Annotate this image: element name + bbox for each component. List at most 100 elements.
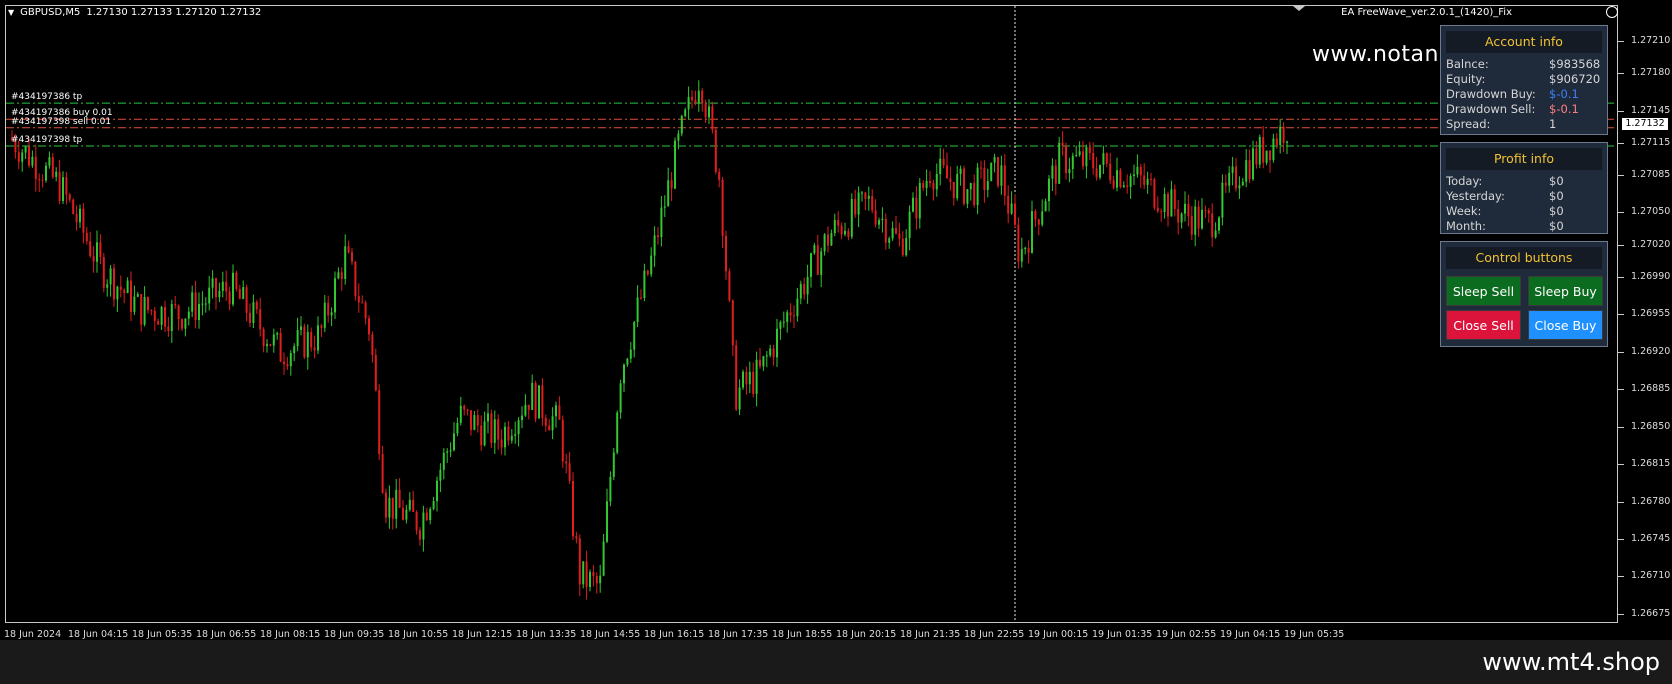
price-tick-label: 1.26885	[1631, 383, 1671, 395]
sleep-sell-button[interactable]: Sleep Sell	[1446, 276, 1521, 306]
candle-body	[164, 307, 166, 327]
chart-area[interactable]: ▼ GBPUSD,M5 1.27130 1.27133 1.27120 1.27…	[0, 0, 1672, 640]
candle-body	[718, 171, 721, 180]
candle-body	[235, 272, 238, 289]
price-tick-label: 1.27210	[1631, 35, 1671, 47]
candle-body	[109, 268, 112, 285]
candle-body	[830, 233, 833, 246]
candle-body	[864, 192, 867, 199]
candle-body	[337, 272, 340, 279]
candle-body	[351, 252, 353, 262]
candle-body	[990, 162, 993, 181]
candle-body	[1037, 219, 1040, 225]
candle-body	[470, 410, 472, 430]
candle-body	[595, 575, 598, 584]
account-row-value: $983568	[1549, 57, 1601, 71]
candle-body	[544, 417, 547, 426]
candle-body	[823, 234, 826, 252]
candle-body	[313, 347, 316, 351]
candle-body	[952, 181, 955, 199]
close-buy-button[interactable]: Close Buy	[1528, 310, 1603, 340]
candle-body	[368, 318, 370, 335]
candle-body	[959, 168, 962, 174]
shift-marker-icon[interactable]	[1293, 6, 1305, 11]
candle-body	[667, 180, 670, 207]
candle-body	[640, 297, 642, 299]
candle-body	[1099, 164, 1101, 178]
candle-body	[92, 256, 95, 262]
candle-body	[1071, 155, 1074, 170]
candle-body	[558, 405, 561, 420]
candle-body	[1017, 224, 1020, 262]
candle-body	[643, 270, 646, 299]
candle-body	[735, 345, 738, 410]
candle-body	[895, 228, 897, 234]
candle-body	[731, 300, 734, 346]
candle-body	[1279, 126, 1282, 146]
order-label: #434197386 tp	[11, 92, 83, 103]
candle-body	[793, 315, 795, 317]
account-row-label: Drawdown Sell:	[1446, 102, 1536, 116]
candle-body	[629, 349, 632, 359]
price-tick-label: 1.27145	[1631, 104, 1671, 116]
candle-body	[147, 296, 149, 311]
candle-body	[701, 90, 704, 104]
candlestick-chart[interactable]	[0, 0, 1672, 640]
account-row-label: Balnce:	[1446, 57, 1489, 71]
time-tick-label: 18 Jun 08:15	[260, 629, 321, 640]
candle-body	[942, 158, 945, 166]
candle-body	[1272, 138, 1275, 161]
candle-body	[514, 434, 517, 436]
candle-body	[650, 255, 653, 275]
candle-body	[385, 492, 387, 518]
candle-body	[1156, 207, 1159, 212]
candle-body	[568, 463, 571, 481]
candle-body	[963, 168, 965, 204]
dropdown-triangle-icon[interactable]: ▼	[8, 8, 14, 17]
candle-body	[1167, 193, 1169, 217]
candle-body	[1078, 151, 1081, 155]
candle-body	[1068, 169, 1071, 174]
candle-body	[483, 421, 486, 446]
candle-body	[459, 405, 462, 423]
account-row: Equity: $906720	[1441, 72, 1607, 87]
candle-body	[1007, 195, 1010, 214]
candle-body	[1102, 153, 1105, 165]
candle-body	[857, 192, 860, 215]
candle-body	[810, 253, 812, 277]
candle-body	[1112, 180, 1115, 188]
candle-body	[133, 296, 136, 313]
candle-body	[340, 272, 343, 279]
candle-body	[997, 157, 999, 186]
account-info-panel: Account info Balnce: $983568 Equity: $90672…	[1440, 25, 1608, 135]
candle-body	[745, 371, 748, 385]
price-tick-mark	[1618, 174, 1624, 176]
candle-body	[371, 334, 374, 355]
candle-body	[881, 218, 884, 221]
candle-body	[680, 115, 683, 134]
candle-body	[1075, 154, 1078, 156]
candle-body	[657, 235, 659, 238]
candle-body	[527, 404, 530, 410]
candle-body	[181, 319, 183, 329]
candle-body	[1095, 168, 1098, 178]
candle-body	[888, 238, 891, 243]
sleep-buy-button[interactable]: Sleep Buy	[1528, 276, 1603, 306]
candle-body	[293, 346, 296, 354]
candle-body	[619, 383, 622, 413]
profit-row-label: Yesterday:	[1446, 189, 1505, 203]
current-price-marker: 1.27132	[1622, 118, 1668, 130]
candle-body	[1116, 170, 1118, 188]
time-tick-label: 18 Jun 2024	[4, 629, 62, 640]
smiley-icon[interactable]	[1606, 6, 1618, 18]
price-tick-mark	[1618, 41, 1624, 43]
time-tick-label: 18 Jun 09:35	[324, 629, 385, 640]
close-sell-button[interactable]: Close Sell	[1446, 310, 1521, 340]
candle-body	[17, 152, 20, 162]
candle-body	[891, 228, 894, 239]
candle-body	[592, 572, 595, 576]
candle-body	[524, 404, 527, 416]
candle-body	[850, 199, 853, 237]
candles-group	[11, 80, 1288, 600]
candle-body	[1082, 151, 1084, 167]
